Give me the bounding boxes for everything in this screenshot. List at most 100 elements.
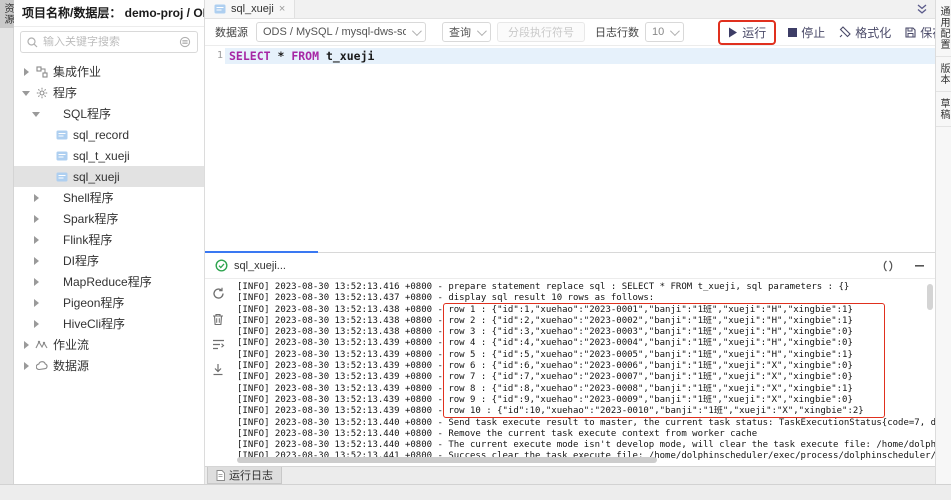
log-line: [INFO] 2023-08-30 13:52:13.438 +0800 - r… — [237, 327, 935, 338]
tree-item-label: SQL程序 — [63, 105, 111, 122]
chevron-down-icon — [670, 26, 680, 36]
search-input[interactable] — [43, 36, 174, 48]
tree-item-sql_xueji[interactable]: sql_xueji — [14, 166, 204, 187]
datasource-icon — [35, 360, 48, 372]
sidebar: 项目名称/数据层： demo-proj / ODS 集成作业 程序 SQL程序 … — [14, 0, 205, 484]
collapse-panel-icon[interactable] — [909, 0, 935, 18]
active-log-tab-indicator — [205, 251, 318, 253]
tree-item-HiveCli程序[interactable]: HiveCli程序 — [14, 313, 204, 334]
tree-item-sql_t_xueji[interactable]: sql_t_xueji — [14, 145, 204, 166]
tree-item-集成作业[interactable]: 集成作业 — [14, 61, 204, 82]
run-button[interactable]: 运行 — [728, 24, 766, 41]
chevron-down-icon — [477, 26, 487, 36]
code-braces-icon[interactable] — [882, 260, 894, 272]
tree-item-SQL程序[interactable]: SQL程序 — [14, 103, 204, 124]
rail-tab-resources[interactable]: 资源 — [0, 0, 14, 28]
bottom-tab-strip: 运行日志 — [205, 466, 935, 484]
chevron-down-icon — [412, 26, 422, 36]
log-toolbar — [205, 279, 231, 466]
search-box[interactable] — [20, 31, 198, 53]
tree-item-Flink程序[interactable]: Flink程序 — [14, 229, 204, 250]
main-panel: sql_xueji × 数据源 ODS / MySQL / mysql-dws-… — [205, 0, 935, 466]
left-rail: 资源 — [0, 0, 14, 484]
log-line: [INFO] 2023-08-30 13:52:13.438 +0800 - r… — [237, 316, 935, 327]
project-title: 项目名称/数据层： demo-proj / ODS — [14, 0, 204, 27]
workflow-icon — [35, 339, 48, 351]
stop-button[interactable]: 停止 — [788, 24, 825, 41]
segment-execute-button[interactable]: 分段执行符号 — [497, 22, 585, 42]
expand-arrow-icon[interactable] — [32, 110, 40, 118]
tree-item-label: sql_t_xueji — [73, 149, 130, 163]
expand-arrow-icon[interactable] — [32, 320, 40, 328]
tree-item-DI程序[interactable]: DI程序 — [14, 250, 204, 271]
log-line: [INFO] 2023-08-30 13:52:13.437 +0800 - d… — [237, 293, 935, 304]
expand-arrow-icon[interactable] — [22, 341, 30, 349]
tree-item-数据源[interactable]: 数据源 — [14, 355, 204, 376]
filter-settings-icon[interactable] — [179, 36, 191, 48]
log-line: [INFO] 2023-08-30 13:52:13.439 +0800 - r… — [237, 395, 935, 406]
minimize-icon[interactable] — [914, 260, 925, 271]
format-button[interactable]: 格式化 — [839, 24, 891, 41]
log-tab-label[interactable]: sql_xueji... — [234, 260, 286, 272]
tree-item-label: Pigeon程序 — [63, 294, 124, 311]
editor-tab-label: sql_xueji — [231, 3, 274, 15]
wrap-lines-button[interactable] — [212, 339, 225, 350]
expand-arrow-icon[interactable] — [22, 362, 30, 370]
rail-tab-general-config[interactable]: 通用配置 — [936, 0, 951, 57]
expand-arrow-icon[interactable] — [32, 194, 40, 202]
expand-arrow-icon[interactable] — [32, 299, 40, 307]
stop-icon — [788, 28, 797, 37]
tree-item-Spark程序[interactable]: Spark程序 — [14, 208, 204, 229]
editor-tab-sql-xueji[interactable]: sql_xueji × — [205, 0, 295, 18]
log-line: [INFO] 2023-08-30 13:52:13.439 +0800 - r… — [237, 406, 935, 417]
sql-file-icon — [214, 4, 226, 14]
log-panel-header: sql_xueji... — [205, 253, 935, 279]
tree-item-label: HiveCli程序 — [63, 315, 125, 332]
tree-item-label: sql_record — [73, 128, 129, 142]
log-line: [INFO] 2023-08-30 13:52:13.440 +0800 - T… — [237, 440, 935, 451]
gear-icon — [35, 87, 48, 99]
tree-item-作业流[interactable]: 作业流 — [14, 334, 204, 355]
expand-arrow-icon[interactable] — [32, 257, 40, 265]
line-number: 1 — [205, 48, 223, 64]
tree-item-label: 数据源 — [53, 357, 89, 374]
expand-arrow-icon[interactable] — [22, 68, 30, 76]
tree-item-Pigeon程序[interactable]: Pigeon程序 — [14, 292, 204, 313]
tree-item-label: 作业流 — [53, 336, 89, 353]
rail-tab-draft[interactable]: 草稿 — [936, 92, 951, 127]
expand-arrow-icon — [42, 131, 50, 139]
log-output: [INFO] 2023-08-30 13:52:13.416 +0800 - p… — [231, 279, 935, 466]
log-lines: [INFO] 2023-08-30 13:52:13.416 +0800 - p… — [231, 279, 935, 463]
run-button-highlight: 运行 — [718, 20, 776, 45]
tree-item-label: Spark程序 — [63, 210, 118, 227]
tree-item-程序[interactable]: 程序 — [14, 82, 204, 103]
format-icon — [839, 26, 851, 38]
log-vertical-scrollbar[interactable] — [927, 284, 933, 310]
tree-item-label: sql_xueji — [73, 170, 120, 184]
query-mode-select[interactable]: 查询 — [442, 22, 491, 42]
expand-arrow-icon[interactable] — [22, 89, 30, 97]
log-line: [INFO] 2023-08-30 13:52:13.438 +0800 - r… — [237, 305, 935, 316]
run-log-tab[interactable]: 运行日志 — [207, 467, 282, 484]
refresh-log-button[interactable] — [212, 287, 225, 300]
log-horizontal-scrollbar[interactable] — [237, 457, 657, 463]
expand-arrow-icon[interactable] — [32, 236, 40, 244]
rail-tab-version[interactable]: 版本 — [936, 57, 951, 92]
tree-item-MapReduce程序[interactable]: MapReduce程序 — [14, 271, 204, 292]
expand-arrow-icon — [42, 152, 50, 160]
editor-tabbar: sql_xueji × — [205, 0, 935, 19]
expand-arrow-icon[interactable] — [32, 215, 40, 223]
sql-editor[interactable]: 1 SELECT * FROM t_xueji — [205, 46, 935, 252]
download-log-button[interactable] — [212, 363, 224, 376]
clear-log-button[interactable] — [212, 313, 224, 326]
tree-item-sql_record[interactable]: sql_record — [14, 124, 204, 145]
tree-item-label: Shell程序 — [63, 189, 114, 206]
expand-arrow-icon[interactable] — [32, 278, 40, 286]
save-icon — [905, 27, 916, 38]
datasource-select[interactable]: ODS / MySQL / mysql-dws-source — [256, 22, 426, 42]
tree-item-Shell程序[interactable]: Shell程序 — [14, 187, 204, 208]
expand-arrow-icon — [42, 173, 50, 181]
tab-close-icon[interactable]: × — [279, 4, 285, 15]
log-rows-select[interactable]: 10 — [645, 22, 684, 42]
play-icon — [728, 27, 738, 38]
